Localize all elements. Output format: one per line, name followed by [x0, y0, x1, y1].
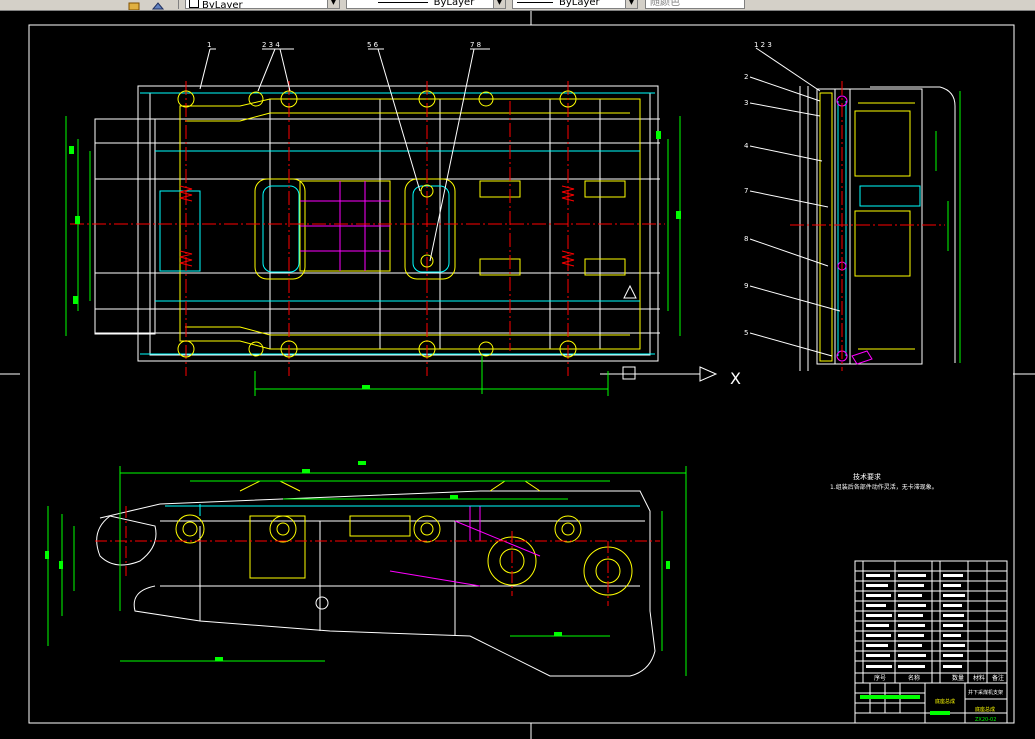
balloon-label: 2	[744, 73, 748, 81]
balloon-label: 4	[744, 142, 749, 150]
lineweight-combo-value: ByLayer	[559, 0, 600, 8]
drawing-canvas[interactable]: 1 2 3 4 5 6 7 8 X 1 2 3 2 3 4 7 8 9 5 技术…	[0, 11, 1035, 739]
balloon-label: 7	[744, 187, 748, 195]
color-combo-value: ByLayer	[202, 0, 243, 9]
chevron-down-icon[interactable]: ▼	[327, 0, 339, 8]
balloon-label: 3	[744, 99, 748, 107]
col-label: 数量	[952, 674, 964, 682]
toolbar-separator	[178, 0, 179, 9]
x-axis-label: X	[730, 369, 741, 388]
balloon-label: 5	[744, 329, 748, 337]
lineweight-preview-icon	[517, 1, 553, 3]
tech-requirements-title: 技术要求	[853, 472, 881, 481]
tech-requirements-note: 1.组装后各部件动作灵活，无卡滞现象。	[830, 483, 938, 491]
drawing-number: ZX20-02	[975, 717, 996, 723]
properties-toolbar: ByLayer ▼ ByLayer ▼ ByLayer ▼ 随颜色	[0, 0, 1035, 11]
top-plan-view	[65, 48, 718, 396]
layer-state-icon[interactable]	[128, 0, 140, 10]
lineweight-combo[interactable]: ByLayer ▼	[512, 0, 638, 9]
col-label: 名称	[908, 674, 920, 682]
side-view-balloons: 1 2 3 2 3 4 7 8 9 5	[744, 41, 772, 337]
col-label: 备注	[992, 674, 1004, 682]
color-combo[interactable]: ByLayer ▼	[185, 0, 340, 9]
drawing-name: 井下采煤机支架	[968, 689, 1003, 696]
title-block-labels: 序号 名称 数量 材料 备注	[874, 674, 1004, 682]
part-name: 底座总成	[975, 706, 995, 713]
top-view-balloons: 1 2 3 4 5 6 7 8	[207, 41, 481, 49]
col-label: 序号	[874, 674, 886, 682]
balloon-label: 7 8	[470, 41, 481, 49]
layer-previous-icon[interactable]	[151, 0, 165, 10]
linetype-combo-value: ByLayer	[433, 0, 475, 8]
balloon-label: 9	[744, 282, 748, 290]
plotstyle-combo-value: 随颜色	[650, 0, 680, 8]
side-section-view	[749, 47, 961, 371]
linetype-combo[interactable]: ByLayer ▼	[346, 0, 506, 9]
title-block-info: 井下采煤机支架 底座总成 底座总成 ZX20-02	[860, 689, 1003, 723]
balloon-label: 1 2 3	[754, 41, 772, 49]
signature-row	[860, 695, 920, 699]
signature-row	[930, 711, 950, 715]
technical-requirements: 技术要求 1.组装后各部件动作灵活，无卡滞现象。	[830, 472, 938, 491]
drawing-border	[28, 24, 1015, 724]
balloon-label: 5 6	[367, 41, 379, 49]
balloon-label: 8	[744, 235, 748, 243]
linetype-preview-icon	[377, 1, 428, 3]
balloon-label: 1	[207, 41, 211, 49]
plotstyle-combo: 随颜色	[645, 0, 745, 9]
front-elevation-view	[45, 461, 687, 677]
col-label: 材料	[973, 674, 985, 682]
chevron-down-icon[interactable]: ▼	[493, 0, 505, 8]
balloon-label: 2 3 4	[262, 41, 280, 49]
color-swatch-icon	[189, 0, 199, 8]
part-name: 底座总成	[935, 698, 955, 705]
chevron-down-icon[interactable]: ▼	[625, 0, 637, 8]
